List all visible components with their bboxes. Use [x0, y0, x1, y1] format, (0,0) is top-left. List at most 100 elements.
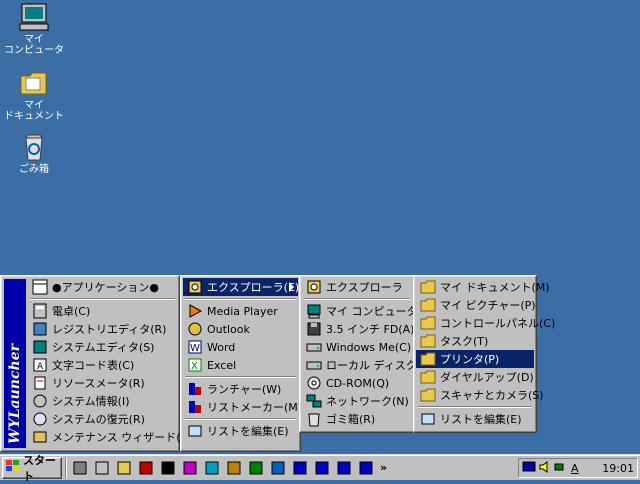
- regedit-icon: [32, 321, 48, 337]
- launcher-item[interactable]: システムエディタ(S): [28, 338, 177, 356]
- folders-item[interactable]: マイ ドキュメント(M): [416, 278, 550, 296]
- launcher-item[interactable]: レジストリエディタ(R): [28, 320, 177, 338]
- play-icon[interactable]: [334, 458, 354, 478]
- folder-icon: [420, 369, 436, 385]
- toolbar-icon-2[interactable]: [92, 458, 112, 478]
- separator: [185, 418, 296, 420]
- prev-icon[interactable]: [312, 458, 332, 478]
- launcher-item-label: システムエディタ(S): [52, 341, 155, 354]
- programs-item[interactable]: W Word: [183, 338, 298, 356]
- next-icon[interactable]: [290, 458, 310, 478]
- explorer-item-label: ゴミ箱(R): [326, 413, 376, 426]
- programs-item[interactable]: リストを編集(E): [183, 422, 298, 440]
- folder-icon: [420, 351, 436, 367]
- desktop-icon-label: ごみ箱: [19, 164, 49, 175]
- launcher-item[interactable]: メンテナンス ウィザード(M): [28, 428, 194, 446]
- start-button[interactable]: スタート: [2, 454, 62, 483]
- system-tray: A 19:01: [518, 458, 638, 478]
- music-icon[interactable]: [158, 458, 178, 478]
- ime-indicator[interactable]: A: [571, 462, 579, 475]
- programs-item-label: Outlook: [207, 322, 250, 336]
- explorer-item[interactable]: CD-ROM(Q): [302, 374, 412, 392]
- recycle-bin-icon: [18, 132, 50, 162]
- explorer-item[interactable]: Windows Me(C): [302, 338, 412, 356]
- submenu-programs: エクスプローラ(E) Media Player Outlook W Word X Excel…: [180, 275, 302, 452]
- explorer-icon: [187, 279, 203, 295]
- volume-icon[interactable]: [539, 460, 551, 476]
- globe-icon[interactable]: [246, 458, 266, 478]
- launcher-item[interactable]: A 文字コード表(C): [28, 356, 177, 374]
- programs-item[interactable]: Outlook: [183, 320, 298, 338]
- desktop-icon-my-computer[interactable]: マイ コンピュータ: [2, 2, 66, 56]
- clock[interactable]: 19:01: [602, 462, 634, 475]
- folder-icon: [420, 297, 436, 313]
- toolbar-icon-1[interactable]: [70, 458, 90, 478]
- system-restore-icon: [32, 411, 48, 427]
- programs-item[interactable]: エクスプローラ(E): [183, 278, 299, 296]
- list-maker-icon: [187, 399, 203, 415]
- folders-item[interactable]: タスク(T): [416, 332, 534, 350]
- explorer-item[interactable]: ゴミ箱(R): [302, 410, 412, 428]
- network-icon: [306, 393, 322, 409]
- launcher-item-label: 文字コード表(C): [52, 359, 135, 372]
- folders-item-label: コントロールパネル(C): [440, 317, 556, 330]
- programs-item-label: Word: [207, 340, 236, 354]
- folders-item[interactable]: リストを編集(E): [416, 410, 534, 428]
- explorer-item-label: CD-ROM(Q): [326, 376, 390, 390]
- explorer-item[interactable]: マイ コンピュータ(M): [302, 302, 436, 320]
- folders-item[interactable]: コントロールパネル(C): [416, 314, 555, 332]
- drive-icon: [306, 339, 322, 355]
- launcher-item[interactable]: システム情報(I): [28, 392, 177, 410]
- media-player-icon: [187, 303, 203, 319]
- separator: [304, 298, 410, 300]
- folder-icon: [420, 279, 436, 295]
- charmap-icon: A: [32, 357, 48, 373]
- folders-item[interactable]: ダイヤルアップ(D): [416, 368, 534, 386]
- square-icon[interactable]: [268, 458, 288, 478]
- folders-item-label: プリンタ(P): [440, 353, 500, 366]
- desktop-icon-label: マイ ドキュメント: [4, 100, 64, 122]
- svg-text:A: A: [37, 362, 44, 372]
- folders-item[interactable]: プリンタ(P): [416, 350, 534, 368]
- folders-item[interactable]: マイ ピクチャー(P): [416, 296, 536, 314]
- programs-item-label: Excel: [207, 358, 237, 372]
- programs-item[interactable]: Media Player: [183, 302, 298, 320]
- submenu-arrow-icon: [289, 282, 294, 292]
- programs-item-label: Media Player: [207, 304, 278, 318]
- programs-item[interactable]: リストメーカー(M): [183, 398, 302, 416]
- refresh-icon[interactable]: [356, 458, 376, 478]
- taskbar: スタート » A 19:01: [0, 454, 640, 483]
- launcher-item[interactable]: システムの復元(R): [28, 410, 177, 428]
- desktop-icon-recycle-bin[interactable]: ごみ箱: [2, 132, 66, 175]
- launcher-item[interactable]: 電卓(C): [28, 302, 177, 320]
- svg-text:W: W: [190, 343, 200, 354]
- overflow-chevron-icon[interactable]: »: [380, 461, 387, 474]
- explorer-item[interactable]: ローカル ディスク(D): [302, 356, 434, 374]
- separator: [185, 376, 296, 378]
- desktop-icon-label: マイ コンピュータ: [4, 34, 64, 56]
- launcher-menu: WYLauncher ●アプリケーション● 電卓(C) レジストリエディタ(R) シ…: [0, 275, 194, 452]
- launcher-item[interactable]: リソースメータ(R): [28, 374, 177, 392]
- pen-icon[interactable]: [136, 458, 156, 478]
- display-icon[interactable]: [522, 461, 536, 476]
- recycle-bin-icon: [306, 411, 322, 427]
- system-info-icon: [32, 393, 48, 409]
- atom-icon[interactable]: [180, 458, 200, 478]
- folders-item[interactable]: スキャナとカメラ(S): [416, 386, 544, 404]
- programs-item[interactable]: ランチャー(W): [183, 380, 298, 398]
- outlook-icon: [187, 321, 203, 337]
- network-icon[interactable]: [554, 461, 568, 476]
- separator: [185, 298, 296, 300]
- explorer-icon: [306, 279, 322, 295]
- word-icon: W: [187, 339, 203, 355]
- programs-item[interactable]: X Excel: [183, 356, 298, 374]
- separator: [418, 406, 532, 408]
- explorer-item[interactable]: 3.5 インチ FD(A): [302, 320, 414, 338]
- explorer-item[interactable]: エクスプローラ: [302, 278, 412, 296]
- explorer-item[interactable]: ネットワーク(N): [302, 392, 412, 410]
- paint-icon[interactable]: [224, 458, 244, 478]
- infinity-icon[interactable]: [202, 458, 222, 478]
- desktop-icon-my-documents[interactable]: マイ ドキュメント: [2, 68, 66, 122]
- folder-icon[interactable]: [114, 458, 134, 478]
- folder-icon: [420, 333, 436, 349]
